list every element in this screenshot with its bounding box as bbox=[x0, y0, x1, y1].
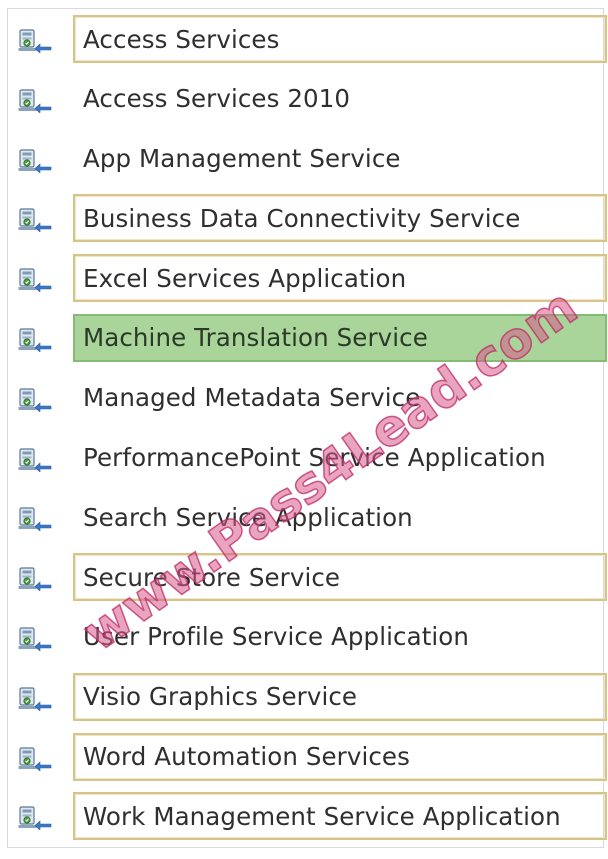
service-application-icon bbox=[18, 328, 52, 353]
service-label[interactable]: Secure Store Service bbox=[73, 553, 607, 602]
service-label[interactable]: Access Services 2010 bbox=[73, 75, 607, 123]
service-label[interactable]: Managed Metadata Service bbox=[73, 374, 607, 422]
service-application-icon bbox=[18, 268, 52, 293]
service-label[interactable]: Work Management Service Application bbox=[73, 792, 607, 841]
service-application-list: Access Services Access Services 2010 App… bbox=[0, 8, 608, 845]
service-application-icon bbox=[18, 208, 52, 234]
service-application-icon bbox=[18, 746, 52, 772]
service-application-icon bbox=[18, 447, 52, 473]
service-application-icon bbox=[18, 388, 52, 413]
service-application-icon bbox=[18, 507, 52, 533]
service-label[interactable]: App Management Service bbox=[73, 135, 607, 183]
list-item[interactable]: Access Services 2010 bbox=[0, 68, 608, 128]
service-application-icon bbox=[18, 806, 52, 832]
service-application-icon bbox=[18, 687, 52, 712]
service-label[interactable]: Search Service Application bbox=[73, 493, 607, 541]
service-label[interactable]: Word Automation Services bbox=[73, 732, 607, 781]
service-label[interactable]: Business Data Connectivity Service bbox=[73, 194, 607, 243]
service-application-icon bbox=[18, 148, 52, 174]
list-item[interactable]: User Profile Service Application bbox=[0, 606, 608, 666]
list-item[interactable]: App Management Service bbox=[0, 128, 608, 188]
list-item[interactable]: Visio Graphics Service bbox=[0, 666, 608, 726]
service-application-icon bbox=[18, 89, 52, 114]
service-label[interactable]: Visio Graphics Service bbox=[73, 672, 607, 721]
list-item[interactable]: Work Management Service Application bbox=[0, 785, 608, 845]
service-label[interactable]: Machine Translation Service bbox=[73, 313, 607, 362]
service-application-icon bbox=[18, 29, 52, 54]
service-application-icon bbox=[18, 627, 52, 652]
list-item[interactable]: PerformancePoint Service Application bbox=[0, 427, 608, 487]
list-item[interactable]: Excel Services Application bbox=[0, 247, 608, 307]
list-item[interactable]: Search Service Application bbox=[0, 486, 608, 546]
service-label[interactable]: Excel Services Application bbox=[73, 254, 607, 303]
service-label[interactable]: PerformancePoint Service Application bbox=[73, 434, 607, 482]
list-item[interactable]: Managed Metadata Service bbox=[0, 367, 608, 427]
list-item[interactable]: Business Data Connectivity Service bbox=[0, 187, 608, 247]
list-item[interactable]: Machine Translation Service bbox=[0, 307, 608, 367]
service-label[interactable]: User Profile Service Application bbox=[73, 613, 607, 661]
service-label[interactable]: Access Services bbox=[73, 15, 607, 63]
list-item[interactable]: Access Services bbox=[0, 8, 608, 68]
list-item[interactable]: Secure Store Service bbox=[0, 546, 608, 606]
service-application-icon bbox=[18, 567, 52, 592]
list-item[interactable]: Word Automation Services bbox=[0, 726, 608, 786]
